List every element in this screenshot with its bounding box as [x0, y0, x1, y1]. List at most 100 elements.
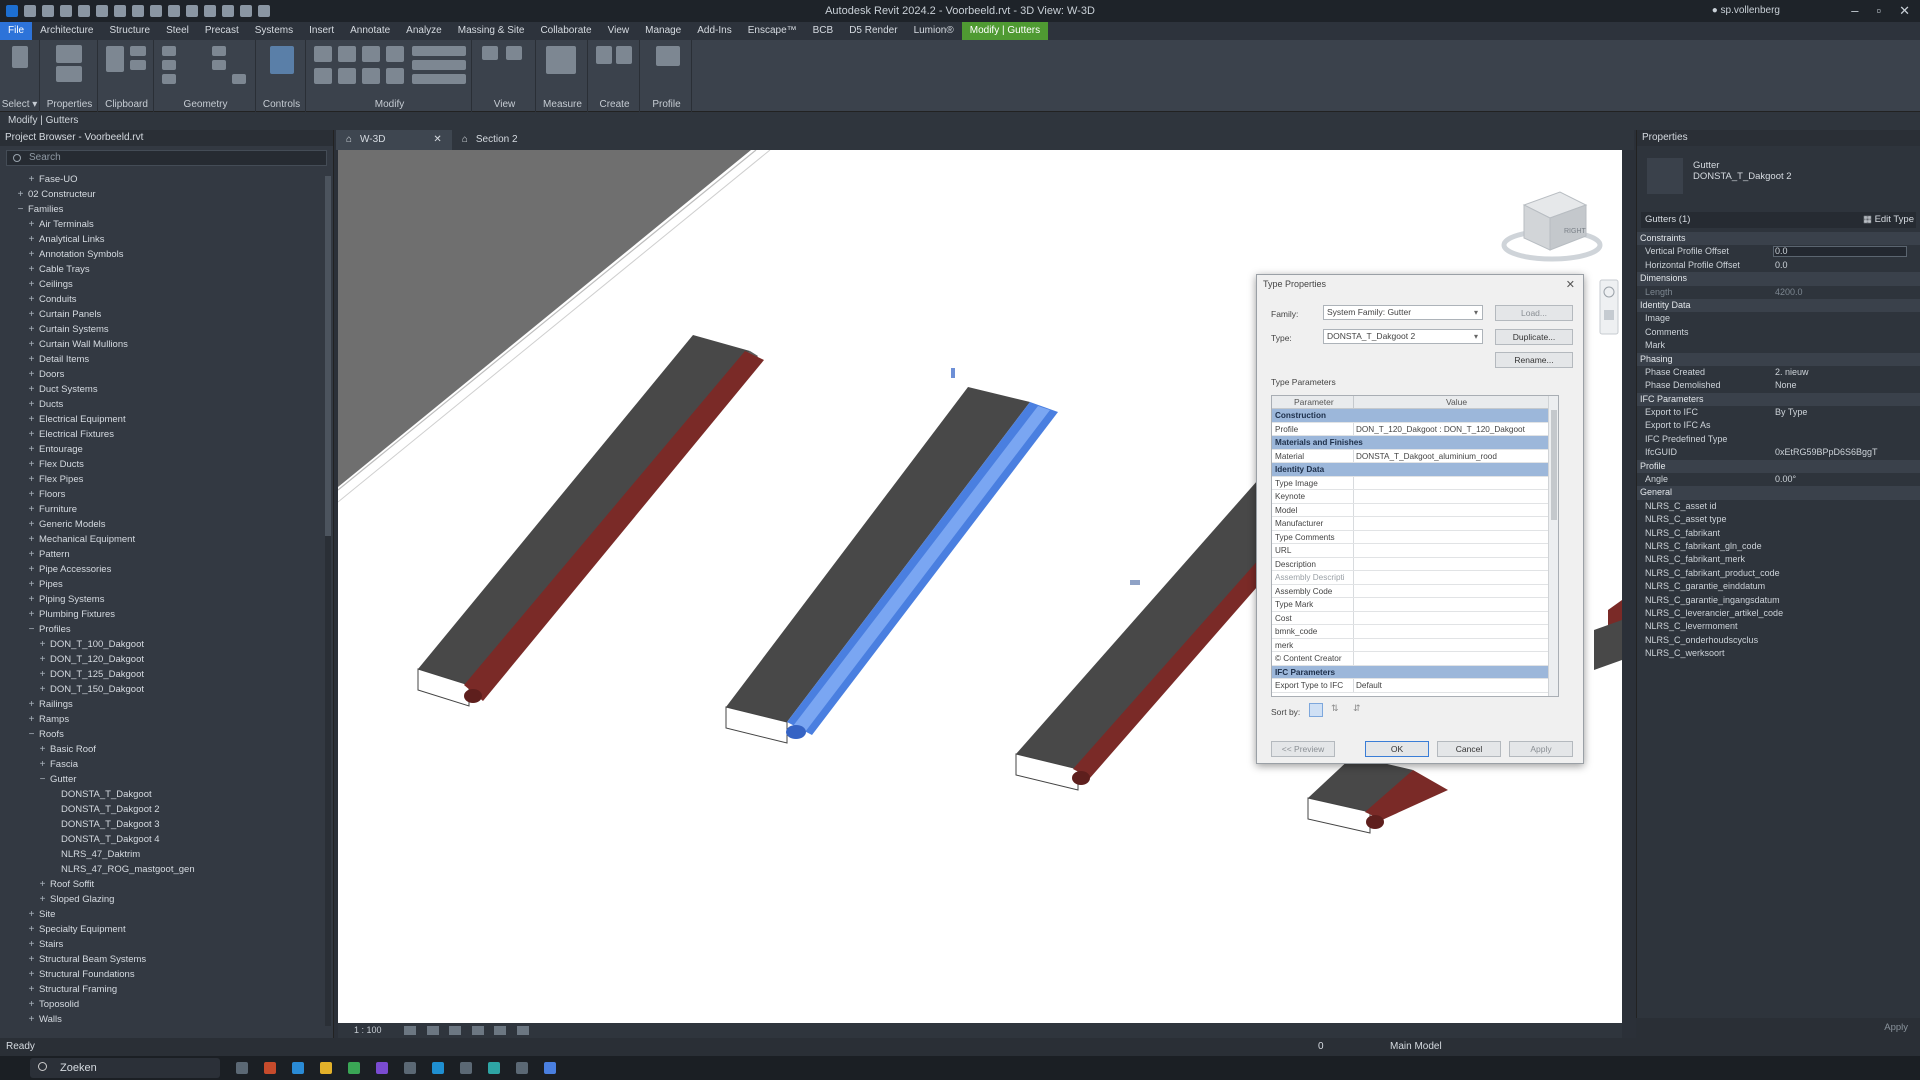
- property-row[interactable]: NLRS_C_asset id: [1637, 500, 1920, 513]
- revit-logo-icon[interactable]: [6, 5, 18, 17]
- expand-icon[interactable]: +: [38, 742, 47, 757]
- design-option[interactable]: Main Model: [1390, 1038, 1442, 1056]
- expand-icon[interactable]: +: [27, 967, 36, 982]
- ribbon-tab[interactable]: File: [0, 22, 33, 40]
- crop-view-icon[interactable]: [494, 1026, 507, 1036]
- property-value[interactable]: By Type: [1775, 406, 1807, 419]
- scale-icon[interactable]: [412, 74, 466, 84]
- property-row[interactable]: IfcGUID 0xEtRG59BPpD6S6BggT: [1637, 446, 1920, 459]
- redo-icon[interactable]: [96, 5, 108, 17]
- close-icon[interactable]: ✕: [433, 130, 441, 150]
- parameter-row[interactable]: Profile DON_T_120_Dakgoot : DON_T_120_Dak…: [1272, 422, 1558, 437]
- scrollbar-thumb[interactable]: [1551, 410, 1557, 520]
- tree-item[interactable]: + Structural Beam Systems: [0, 952, 320, 967]
- gutter-1[interactable]: [417, 335, 764, 707]
- cut-geometry-icon[interactable]: [162, 60, 176, 70]
- expand-icon[interactable]: +: [27, 352, 36, 367]
- tree-item[interactable]: + Curtain Systems: [0, 322, 320, 337]
- expand-icon[interactable]: +: [27, 217, 36, 232]
- property-input[interactable]: [1773, 246, 1907, 258]
- property-row[interactable]: Horizontal Profile Offset 0.0: [1637, 259, 1920, 272]
- parameter-group-header[interactable]: Construction: [1272, 409, 1558, 423]
- tree-item[interactable]: + Fase-UO: [0, 172, 320, 187]
- expand-icon[interactable]: +: [27, 442, 36, 457]
- cut-icon[interactable]: [130, 46, 146, 56]
- split-icon[interactable]: [412, 46, 466, 56]
- view-scale[interactable]: 1 : 100: [354, 1025, 382, 1035]
- expand-icon[interactable]: +: [27, 502, 36, 517]
- view-tab[interactable]: ⌂ W-3D ✕: [336, 130, 452, 150]
- sync-icon[interactable]: [60, 5, 72, 17]
- property-row[interactable]: Comments: [1637, 326, 1920, 339]
- expand-icon[interactable]: +: [27, 907, 36, 922]
- add-remove-segments-icon[interactable]: [656, 46, 680, 66]
- tree-item[interactable]: DONSTA_T_Dakgoot: [0, 787, 320, 802]
- expand-icon[interactable]: +: [27, 952, 36, 967]
- collapse-icon[interactable]: −: [27, 727, 36, 742]
- parameter-row[interactable]: Assembly Code: [1272, 584, 1558, 598]
- maximize-icon[interactable]: ▫: [1876, 3, 1881, 19]
- parameter-row[interactable]: Keynote: [1272, 490, 1558, 504]
- ribbon-tab[interactable]: Precast: [197, 22, 247, 40]
- section-icon[interactable]: [204, 5, 216, 17]
- apply-button[interactable]: Apply: [1509, 741, 1573, 757]
- collapse-icon[interactable]: −: [27, 622, 36, 637]
- detail-level-icon[interactable]: [404, 1026, 417, 1036]
- tree-item[interactable]: + Conduits: [0, 292, 320, 307]
- expand-icon[interactable]: +: [27, 277, 36, 292]
- tree-item[interactable]: + Air Terminals: [0, 217, 320, 232]
- temporary-hide-icon[interactable]: [516, 1026, 529, 1036]
- property-group-header[interactable]: General: [1637, 486, 1920, 500]
- load-button[interactable]: Load...: [1495, 305, 1573, 321]
- trim-icon[interactable]: [386, 68, 404, 84]
- viewport-scrollbar[interactable]: [1624, 150, 1634, 1023]
- ribbon-tab[interactable]: Manage: [637, 22, 689, 40]
- parameter-row[interactable]: Type Mark: [1272, 598, 1558, 612]
- tree-item[interactable]: + Sloped Glazing: [0, 892, 320, 907]
- expand-icon[interactable]: +: [27, 607, 36, 622]
- instance-filter[interactable]: Gutters (1) ▦ Edit Type: [1641, 212, 1916, 228]
- property-value[interactable]: 0xEtRG59BPpD6S6BggT: [1775, 446, 1878, 459]
- parameter-value[interactable]: DON_T_120_Dakgoot : DON_T_120_Dakgoot: [1356, 423, 1525, 437]
- create-group-icon[interactable]: [616, 46, 632, 64]
- property-value[interactable]: 4200.0: [1775, 286, 1803, 299]
- expand-icon[interactable]: +: [27, 232, 36, 247]
- app-icon[interactable]: [320, 1062, 332, 1074]
- thin-lines-icon[interactable]: [222, 5, 234, 17]
- property-row[interactable]: NLRS_C_fabrikant_product_code: [1637, 567, 1920, 580]
- expand-icon[interactable]: +: [27, 292, 36, 307]
- gutter-4[interactable]: [1307, 756, 1448, 834]
- tree-item[interactable]: + Detail Items: [0, 352, 320, 367]
- expand-icon[interactable]: +: [27, 307, 36, 322]
- app-icon[interactable]: [376, 1062, 388, 1074]
- expand-icon[interactable]: +: [27, 562, 36, 577]
- parameter-group-header[interactable]: IFC Parameters: [1272, 665, 1558, 679]
- property-row[interactable]: NLRS_C_onderhoudscyclus: [1637, 634, 1920, 647]
- parameter-row[interactable]: Model: [1272, 503, 1558, 517]
- expand-icon[interactable]: +: [27, 427, 36, 442]
- property-row[interactable]: Angle 0.00°: [1637, 473, 1920, 486]
- parameter-row[interactable]: Manufacturer: [1272, 517, 1558, 531]
- tree-item[interactable]: + Plumbing Fixtures: [0, 607, 320, 622]
- expand-icon[interactable]: +: [27, 922, 36, 937]
- tree-item[interactable]: + Pattern: [0, 547, 320, 562]
- parameter-row[interactable]: merk: [1272, 638, 1558, 652]
- parameter-group-header[interactable]: Materials and Finishes: [1272, 436, 1558, 450]
- property-value[interactable]: 0.0: [1775, 245, 1788, 258]
- shadows-icon[interactable]: [471, 1026, 484, 1036]
- expand-icon[interactable]: +: [16, 187, 25, 202]
- copy-element-icon[interactable]: [338, 68, 356, 84]
- app-icon[interactable]: [544, 1062, 556, 1074]
- tree-item[interactable]: − Profiles: [0, 622, 320, 637]
- property-group-header[interactable]: Identity Data: [1637, 298, 1920, 313]
- property-value[interactable]: 0.00°: [1775, 473, 1796, 486]
- expand-icon[interactable]: +: [27, 247, 36, 262]
- visual-style-icon[interactable]: [426, 1026, 439, 1036]
- expand-icon[interactable]: +: [27, 1012, 36, 1027]
- tree-item[interactable]: + Doors: [0, 367, 320, 382]
- tree-item[interactable]: + Mechanical Equipment: [0, 532, 320, 547]
- array-icon[interactable]: [412, 60, 466, 70]
- tree-item[interactable]: − Gutter: [0, 772, 320, 787]
- open-icon[interactable]: [24, 5, 36, 17]
- property-row[interactable]: Vertical Profile Offset 0.0: [1637, 245, 1920, 258]
